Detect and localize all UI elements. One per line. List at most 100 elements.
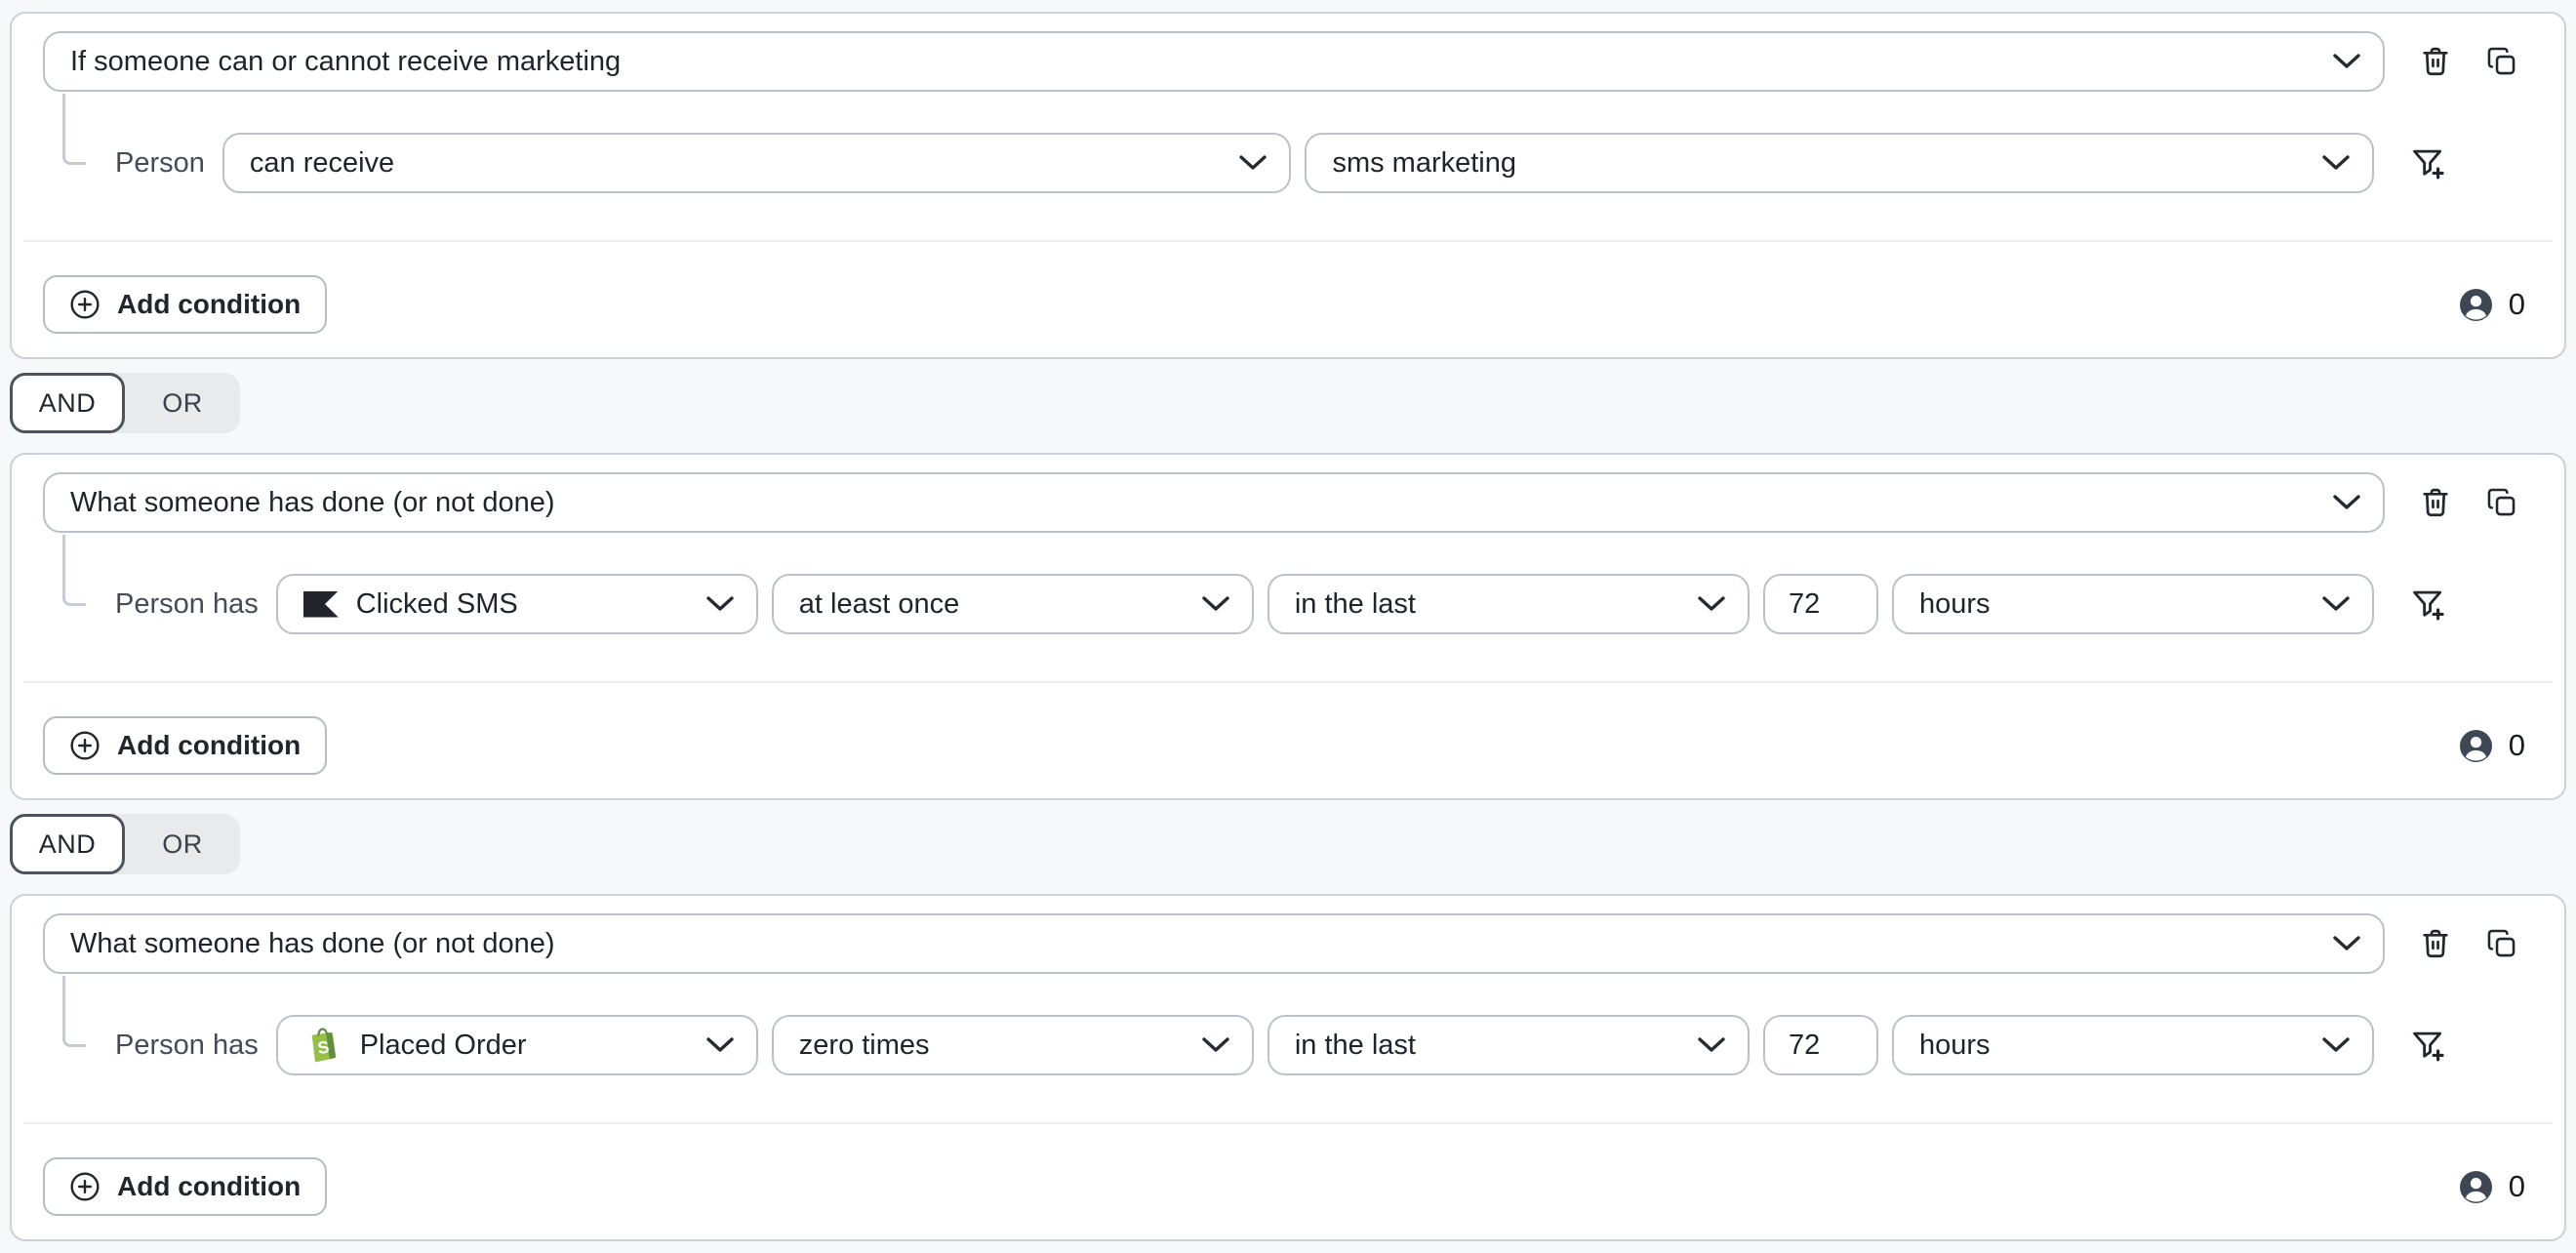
timeframe-select[interactable]: in the last [1268,574,1750,634]
add-condition-button[interactable]: Add condition [43,275,327,334]
plus-circle-icon [69,1171,101,1202]
person-avatar-icon [2460,289,2492,321]
filter-plus-icon [2409,144,2446,182]
delete-condition-button[interactable] [2416,922,2455,965]
unit-value: hours [1919,588,1991,621]
group-connector-2: AND OR [10,814,240,874]
profile-count: 0 [2460,728,2533,763]
person-avatar-icon [2460,1171,2492,1203]
consent-action-value: can receive [250,147,394,180]
add-condition-button[interactable]: Add condition [43,716,327,775]
plus-circle-icon [69,730,101,761]
plus-circle-icon [69,289,101,320]
frequency-value: at least once [799,588,959,621]
duplicate-condition-button[interactable] [2482,922,2521,965]
condition-type-select[interactable]: If someone can or cannot receive marketi… [43,31,2385,92]
chevron-down-icon [688,595,735,613]
chevron-down-icon [2304,154,2351,172]
chevron-down-icon [1679,595,1726,613]
condition-type-value: If someone can or cannot receive marketi… [70,46,621,78]
condition-row: Person has Clicked SMS at least once in … [115,574,2448,634]
profile-count-value: 0 [2509,1169,2525,1204]
condition-row: Person can receive sms marketing [115,133,2448,193]
card-divider [23,240,2553,242]
and-toggle[interactable]: AND [10,814,125,874]
unit-value: hours [1919,1030,1991,1062]
duplicate-condition-button[interactable] [2482,481,2521,524]
filter-plus-icon [2409,586,2446,623]
consent-action-select[interactable]: can receive [222,133,1292,193]
condition-type-row: What someone has done (or not done) [43,913,2533,974]
amount-input[interactable] [1763,574,1878,634]
condition-group-1: If someone can or cannot receive marketi… [10,12,2566,359]
frequency-value: zero times [799,1030,930,1062]
consent-channel-value: sms marketing [1332,147,1516,180]
chevron-down-icon [688,1036,735,1054]
chevron-down-icon [1679,1036,1726,1054]
amount-input[interactable] [1763,1015,1878,1075]
condition-row-label: Person has [115,588,259,621]
condition-group-2: What someone has done (or not done) Pers… [10,453,2566,800]
timeframe-select[interactable]: in the last [1268,1015,1750,1075]
chevron-down-icon [2314,494,2361,511]
metric-value: Placed Order [360,1030,527,1062]
condition-group-3: What someone has done (or not done) Pers… [10,894,2566,1241]
condition-type-row: If someone can or cannot receive marketi… [43,31,2533,92]
condition-connector-line [62,535,86,606]
trash-icon [2418,485,2453,520]
profile-count: 0 [2460,1169,2533,1204]
profile-count-value: 0 [2509,728,2525,763]
copy-icon [2485,927,2518,960]
timeframe-value: in the last [1295,1030,1416,1062]
delete-condition-button[interactable] [2416,40,2455,83]
delete-condition-button[interactable] [2416,481,2455,524]
condition-row-label: Person has [115,1030,259,1062]
add-condition-button[interactable]: Add condition [43,1157,327,1216]
chevron-down-icon [2314,935,2361,952]
group-connector-1: AND OR [10,373,240,433]
trash-icon [2418,44,2453,79]
card-footer: Add condition 0 [43,1157,2533,1216]
chevron-down-icon [2304,1036,2351,1054]
add-filter-button[interactable] [2407,1024,2448,1067]
metric-select[interactable]: S Placed Order [276,1015,758,1075]
copy-icon [2485,45,2518,78]
timeframe-value: in the last [1295,588,1416,621]
shopify-icon: S [303,1026,342,1065]
add-filter-button[interactable] [2407,583,2448,626]
unit-select[interactable]: hours [1892,574,2374,634]
metric-select[interactable]: Clicked SMS [276,574,758,634]
frequency-select[interactable]: at least once [772,574,1254,634]
condition-type-row: What someone has done (or not done) [43,472,2533,533]
chevron-down-icon [2304,595,2351,613]
add-condition-label: Add condition [117,730,301,761]
condition-row-label: Person [115,147,205,180]
consent-channel-select[interactable]: sms marketing [1305,133,2374,193]
duplicate-condition-button[interactable] [2482,40,2521,83]
or-toggle[interactable]: OR [125,373,240,433]
trash-icon [2418,926,2453,961]
card-footer: Add condition 0 [43,716,2533,775]
add-condition-label: Add condition [117,1171,301,1202]
condition-type-value: What someone has done (or not done) [70,928,555,960]
filter-plus-icon [2409,1027,2446,1064]
condition-row: Person has S Placed Order zero times [115,1015,2448,1075]
and-toggle[interactable]: AND [10,373,125,433]
condition-type-value: What someone has done (or not done) [70,487,555,519]
chevron-down-icon [1184,595,1230,613]
metric-value: Clicked SMS [356,588,518,621]
frequency-select[interactable]: zero times [772,1015,1254,1075]
unit-select[interactable]: hours [1892,1015,2374,1075]
chevron-down-icon [2314,53,2361,70]
card-footer: Add condition 0 [43,275,2533,334]
add-filter-button[interactable] [2407,141,2448,184]
condition-type-select[interactable]: What someone has done (or not done) [43,472,2385,533]
chevron-down-icon [1184,1036,1230,1054]
card-divider [23,681,2553,683]
segment-builder: If someone can or cannot receive marketi… [0,0,2576,1241]
or-toggle[interactable]: OR [125,814,240,874]
profile-count: 0 [2460,287,2533,322]
copy-icon [2485,486,2518,519]
condition-type-select[interactable]: What someone has done (or not done) [43,913,2385,974]
condition-connector-line [62,94,86,165]
